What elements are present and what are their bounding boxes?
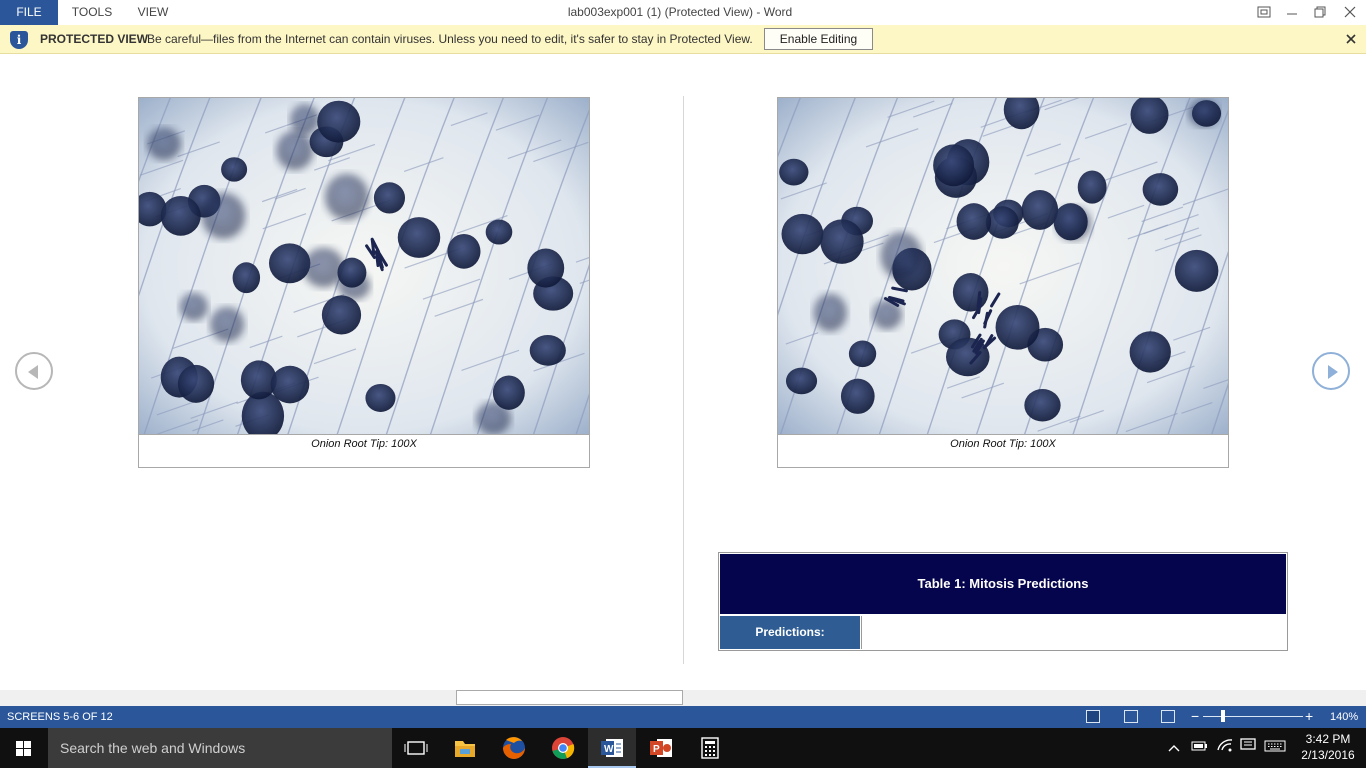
- calculator-icon[interactable]: [686, 728, 734, 768]
- figure-caption: Onion Root Tip: 100X: [311, 438, 417, 450]
- web-layout-icon[interactable]: [1161, 710, 1175, 723]
- windows-logo-icon: [16, 741, 32, 756]
- clock-date: 2/13/2016: [1301, 748, 1355, 762]
- table-row-label: Predictions:: [720, 616, 860, 649]
- horizontal-scrollbar[interactable]: [0, 690, 1366, 706]
- restore-button[interactable]: [1306, 0, 1334, 25]
- protected-view-bar: i PROTECTED VIEW Be careful—files from t…: [0, 25, 1366, 54]
- chrome-icon[interactable]: [539, 728, 587, 768]
- wifi-icon[interactable]: [1214, 728, 1236, 768]
- zoom-out-button[interactable]: −: [1191, 708, 1199, 724]
- start-button[interactable]: [0, 728, 48, 768]
- full-screen-icon[interactable]: [1250, 0, 1278, 25]
- read-mode-icon[interactable]: [1086, 710, 1100, 723]
- svg-text:W: W: [604, 744, 614, 755]
- onion-root-micrograph-right: [778, 98, 1228, 435]
- zoom-slider[interactable]: [1203, 716, 1303, 717]
- figure-caption: Onion Root Tip: 100X: [950, 438, 1056, 450]
- minimize-button[interactable]: [1278, 0, 1306, 25]
- window-title: lab003exp001 (1) (Protected View) - Word: [567, 5, 793, 19]
- enable-editing-button[interactable]: Enable Editing: [764, 28, 873, 50]
- word-icon[interactable]: W: [588, 728, 636, 768]
- page-divider: [683, 96, 684, 664]
- taskbar: Search the web and Windows W P 3:42 PM 2…: [0, 728, 1366, 768]
- action-center-icon[interactable]: [1238, 728, 1258, 768]
- chevron-up-icon[interactable]: [1164, 728, 1184, 768]
- zoom-level[interactable]: 140%: [1330, 711, 1358, 723]
- firefox-icon[interactable]: [490, 728, 538, 768]
- scrollbar-thumb[interactable]: [456, 690, 683, 705]
- page-info[interactable]: SCREENS 5-6 OF 12: [7, 711, 113, 723]
- table-title: Table 1: Mitosis Predictions: [720, 554, 1286, 614]
- clock-time: 3:42 PM: [1305, 732, 1351, 746]
- task-view-icon[interactable]: [392, 728, 440, 768]
- protected-view-message: Be careful—files from the Internet can c…: [147, 32, 753, 46]
- print-layout-icon[interactable]: [1124, 710, 1138, 723]
- search-input[interactable]: Search the web and Windows: [48, 728, 392, 768]
- left-figure: Onion Root Tip: 100X: [138, 97, 590, 468]
- zoom-in-button[interactable]: +: [1305, 708, 1313, 724]
- tab-view[interactable]: VIEW: [126, 0, 180, 25]
- close-icon[interactable]: [1342, 30, 1360, 48]
- predictions-cell[interactable]: [861, 616, 1287, 649]
- previous-screen-button[interactable]: [15, 352, 53, 390]
- onion-root-micrograph-left: [139, 98, 589, 435]
- protected-view-label: PROTECTED VIEW: [40, 32, 149, 46]
- title-bar: FILE TOOLS VIEW lab003exp001 (1) (Protec…: [0, 0, 1366, 25]
- close-button[interactable]: [1336, 0, 1364, 25]
- keyboard-icon[interactable]: [1262, 728, 1288, 768]
- right-figure: Onion Root Tip: 100X: [777, 97, 1229, 468]
- arrow-left-icon: [28, 365, 38, 379]
- file-explorer-icon[interactable]: [441, 728, 489, 768]
- status-bar: SCREENS 5-6 OF 12 − + 140%: [0, 706, 1366, 728]
- mitosis-predictions-table: Table 1: Mitosis Predictions Predictions…: [718, 552, 1288, 651]
- battery-icon[interactable]: [1188, 728, 1210, 768]
- shield-info-icon: i: [10, 31, 28, 49]
- powerpoint-icon[interactable]: P: [637, 728, 685, 768]
- zoom-slider-thumb[interactable]: [1221, 710, 1225, 722]
- next-screen-button[interactable]: [1312, 352, 1350, 390]
- tab-file[interactable]: FILE: [0, 0, 58, 25]
- arrow-right-icon: [1328, 365, 1338, 379]
- document-area: Onion Root Tip: 100X Onion Root Tip: 100…: [0, 54, 1366, 690]
- system-clock[interactable]: 3:42 PM 2/13/2016: [1296, 731, 1360, 763]
- svg-text:P: P: [653, 744, 660, 755]
- tab-tools[interactable]: TOOLS: [62, 0, 122, 25]
